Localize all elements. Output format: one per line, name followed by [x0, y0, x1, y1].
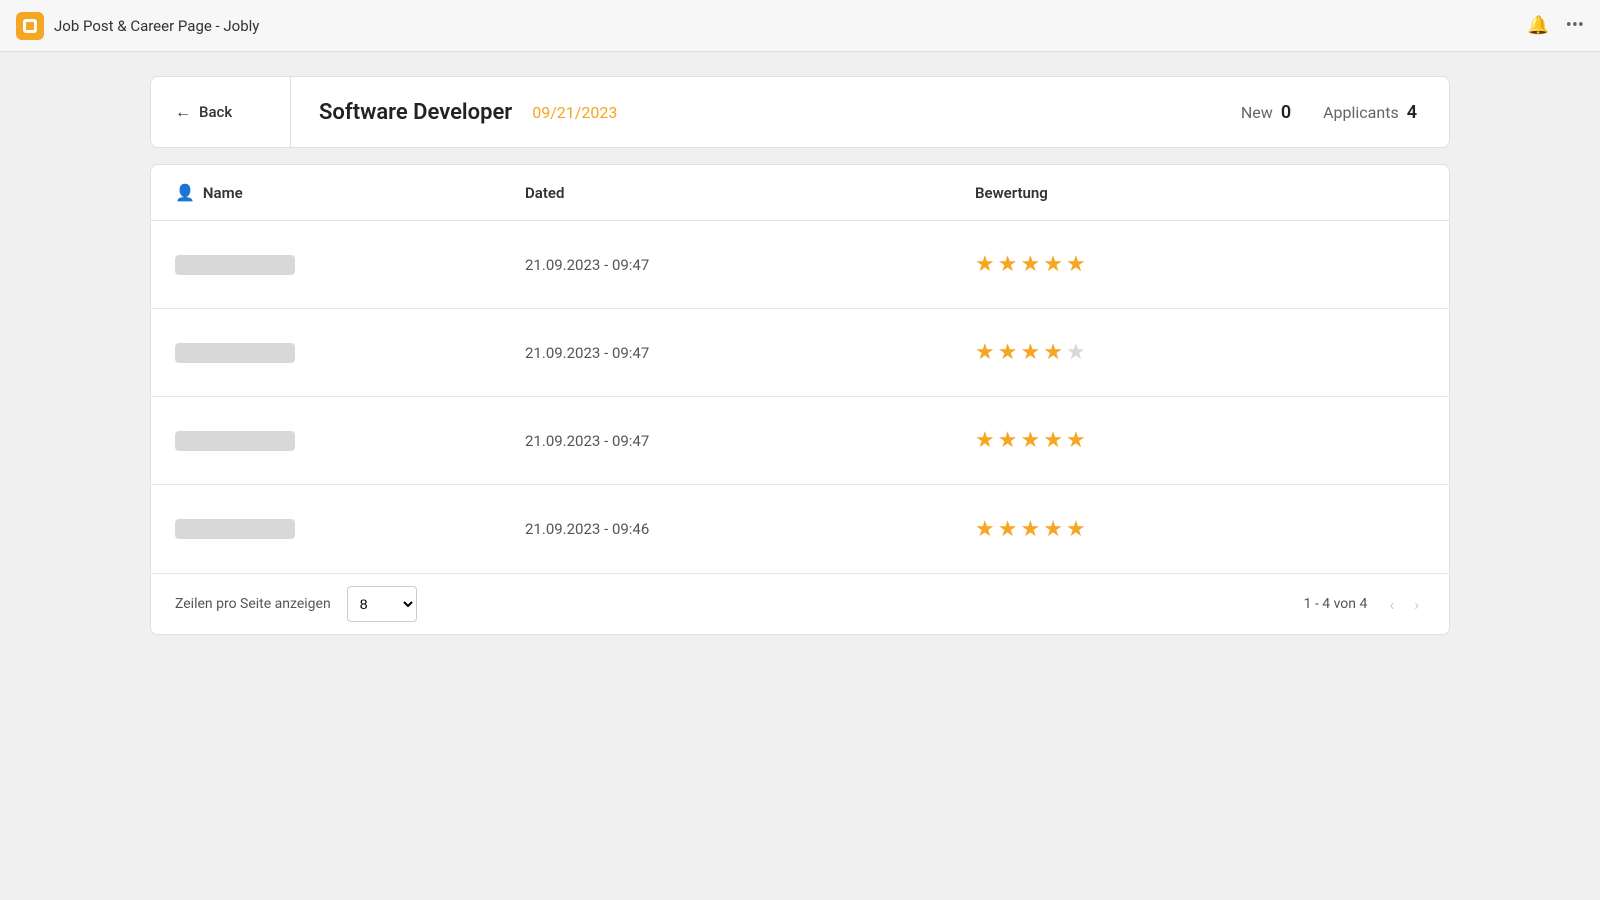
- date-cell: 21.09.2023 - 09:47: [525, 344, 975, 362]
- col-bewertung-label: Bewertung: [975, 184, 1048, 202]
- header-card: ← Back Software Developer 09/21/2023 New…: [150, 76, 1450, 148]
- star-filled: ★: [998, 252, 1018, 277]
- pagination-nav: ‹ ›: [1383, 591, 1425, 618]
- star-empty: ★: [1066, 340, 1086, 365]
- new-stat: New 0: [1241, 102, 1291, 123]
- star-filled: ★: [1043, 252, 1063, 277]
- main-content: ← Back Software Developer 09/21/2023 New…: [0, 52, 1600, 659]
- table-card: 👤 Name Dated Bewertung 21.09.2023 - 09:4…: [150, 164, 1450, 635]
- job-title-section: Software Developer 09/21/2023: [291, 100, 1209, 125]
- star-filled: ★: [1020, 252, 1040, 277]
- star-filled: ★: [1066, 428, 1086, 453]
- star-filled: ★: [998, 517, 1018, 542]
- pagination-info: 1 - 4 von 4: [1304, 596, 1368, 612]
- star-filled: ★: [998, 428, 1018, 453]
- star-filled: ★: [1043, 517, 1063, 542]
- prev-page-button[interactable]: ‹: [1383, 591, 1400, 618]
- header-stats: New 0 Applicants 4: [1209, 102, 1449, 123]
- table-row[interactable]: 21.09.2023 - 09:47 ★★★★★: [151, 397, 1449, 485]
- date-cell: 21.09.2023 - 09:47: [525, 256, 975, 274]
- col-dated-label: Dated: [525, 184, 564, 202]
- applicants-label: Applicants: [1323, 103, 1399, 122]
- app-logo: [16, 12, 44, 40]
- back-button[interactable]: ← Back: [151, 77, 291, 147]
- applicants-stat: Applicants 4: [1323, 102, 1417, 123]
- star-filled: ★: [1043, 428, 1063, 453]
- table-row[interactable]: 21.09.2023 - 09:46 ★★★★★: [151, 485, 1449, 573]
- name-placeholder: [175, 343, 295, 363]
- stars-cell: ★★★★★: [975, 340, 1425, 365]
- new-label: New: [1241, 103, 1273, 122]
- back-label: Back: [199, 103, 232, 121]
- app-logo-inner: [23, 19, 37, 33]
- name-cell: [175, 255, 525, 275]
- rows-per-page-select[interactable]: 8 16 24: [347, 586, 417, 622]
- col-header-name: 👤 Name: [175, 183, 525, 202]
- app-title: Job Post & Career Page - Jobly: [54, 17, 259, 35]
- name-placeholder: [175, 519, 295, 539]
- stars-cell: ★★★★★: [975, 517, 1425, 542]
- table-row[interactable]: 21.09.2023 - 09:47 ★★★★★: [151, 221, 1449, 309]
- stars-cell: ★★★★★: [975, 428, 1425, 453]
- applicants-count: 4: [1407, 102, 1417, 123]
- name-cell: [175, 343, 525, 363]
- name-cell: [175, 431, 525, 451]
- star-filled: ★: [975, 340, 995, 365]
- pagination-bar: Zeilen pro Seite anzeigen 8 16 24 1 - 4 …: [151, 573, 1449, 634]
- col-name-label: Name: [203, 184, 243, 202]
- date-cell: 21.09.2023 - 09:46: [525, 520, 975, 538]
- name-cell: [175, 519, 525, 539]
- star-half: ★: [1043, 340, 1063, 365]
- table-header: 👤 Name Dated Bewertung: [151, 165, 1449, 221]
- table-body: 21.09.2023 - 09:47 ★★★★★ 21.09.2023 - 09…: [151, 221, 1449, 573]
- star-filled: ★: [1020, 517, 1040, 542]
- person-icon: 👤: [175, 183, 195, 202]
- more-icon[interactable]: •••: [1566, 15, 1584, 36]
- star-filled: ★: [1066, 252, 1086, 277]
- star-filled: ★: [975, 252, 995, 277]
- star-filled: ★: [1020, 428, 1040, 453]
- col-header-bewertung: Bewertung: [975, 184, 1425, 202]
- col-header-dated: Dated: [525, 184, 975, 202]
- next-page-button[interactable]: ›: [1408, 591, 1425, 618]
- bell-icon[interactable]: 🔔: [1527, 15, 1549, 36]
- topbar-icons: 🔔 •••: [1527, 15, 1584, 36]
- back-arrow-icon: ←: [175, 102, 191, 122]
- new-count: 0: [1281, 102, 1291, 123]
- job-date: 09/21/2023: [532, 103, 617, 122]
- star-filled: ★: [1020, 340, 1040, 365]
- rows-per-page-label: Zeilen pro Seite anzeigen: [175, 596, 331, 612]
- job-title: Software Developer: [319, 100, 512, 125]
- star-filled: ★: [998, 340, 1018, 365]
- table-row[interactable]: 21.09.2023 - 09:47 ★★★★★: [151, 309, 1449, 397]
- name-placeholder: [175, 431, 295, 451]
- star-filled: ★: [975, 517, 995, 542]
- topbar: Job Post & Career Page - Jobly 🔔 •••: [0, 0, 1600, 52]
- stars-cell: ★★★★★: [975, 252, 1425, 277]
- star-filled: ★: [975, 428, 995, 453]
- date-cell: 21.09.2023 - 09:47: [525, 432, 975, 450]
- name-placeholder: [175, 255, 295, 275]
- star-filled: ★: [1066, 517, 1086, 542]
